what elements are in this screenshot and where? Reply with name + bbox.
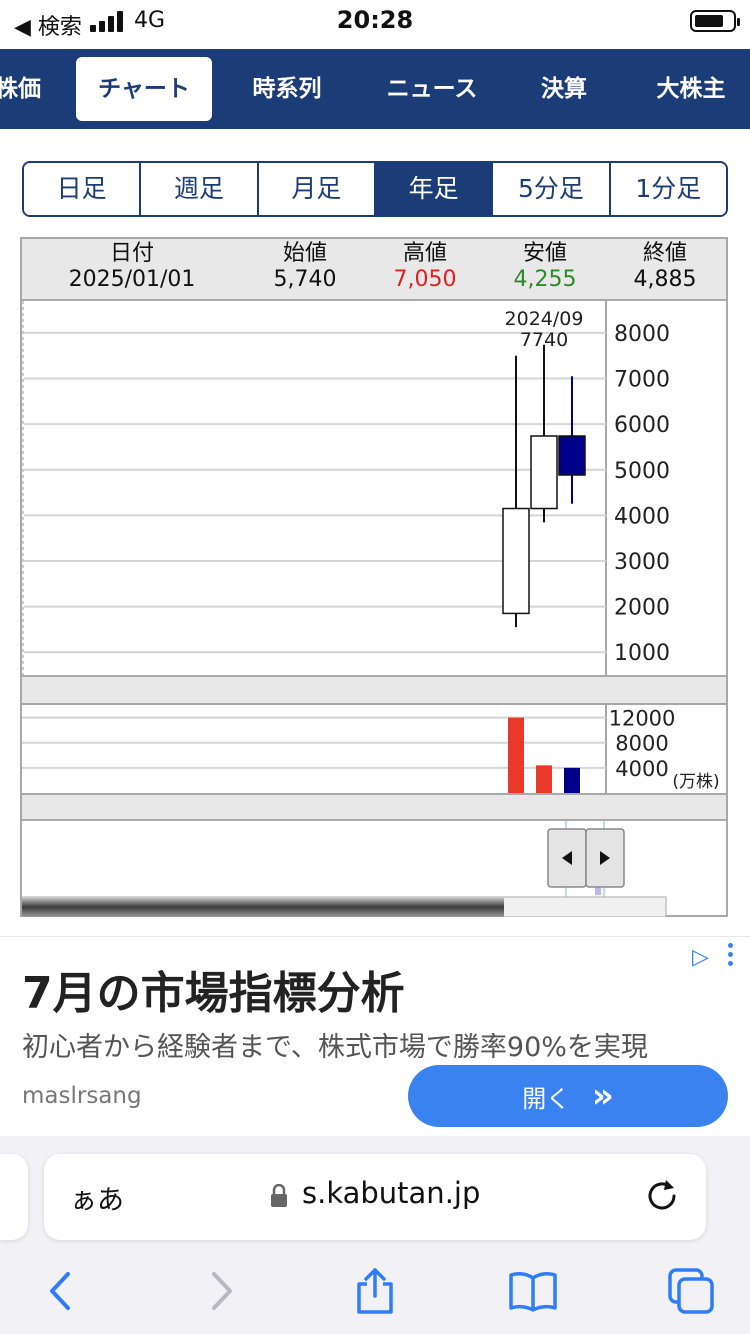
ohlc-open-label: 始値 xyxy=(282,241,327,266)
ohlc-date-value: 2025/01/01 xyxy=(68,267,196,292)
chart-separator xyxy=(22,795,726,819)
ohlc-open-value: 5,740 xyxy=(273,267,337,292)
tab-news[interactable]: ニュース xyxy=(370,49,494,129)
ohlc-close-value: 4,885 xyxy=(633,267,697,292)
price-tick-label: 7000 xyxy=(614,368,670,393)
volume-chart-area[interactable]: 12000 8000 4000 (万株) xyxy=(22,703,726,795)
lock-icon xyxy=(271,1184,287,1207)
status-bar: ◀ 検索 4G 20:28 xyxy=(0,0,750,44)
tab-time-series[interactable]: 時系列 xyxy=(232,49,342,129)
period-monthly-button[interactable]: 月足 xyxy=(258,163,376,215)
back-arrow-icon[interactable] xyxy=(36,1266,86,1316)
period-selector: 日足 週足 月足 年足 5分足 1分足 xyxy=(22,161,728,217)
price-chart-area[interactable]: 8000 7000 6000 5000 4000 3000 2000 1000 2024/09… xyxy=(22,299,726,677)
volume-bar xyxy=(536,765,552,793)
price-tick-label: 5000 xyxy=(614,459,670,484)
ohlc-close: 終値 4,885 xyxy=(610,241,720,293)
ad-sponsor: maslrsang xyxy=(22,1083,142,1109)
reload-icon[interactable] xyxy=(644,1178,680,1214)
period-daily-button[interactable]: 日足 xyxy=(24,163,142,215)
range-navigator[interactable] xyxy=(21,819,726,918)
volume-bar xyxy=(508,717,524,793)
price-tick-label: 4000 xyxy=(614,504,670,529)
volume-tick-label: 12000 xyxy=(609,707,676,731)
tab-stock-price[interactable]: 株価 xyxy=(0,49,48,129)
tabs-icon[interactable] xyxy=(666,1266,716,1316)
period-weekly-button[interactable]: 週足 xyxy=(141,163,259,215)
ohlc-open: 始値 5,740 xyxy=(250,241,360,293)
price-tick-label: 3000 xyxy=(614,550,670,575)
volume-tick-label: 4000 xyxy=(615,757,668,781)
url-text[interactable]: s.kabutan.jp xyxy=(302,1176,480,1210)
advertisement[interactable]: ▷ 7月の市場指標分析 初心者から経験者まで、株式市場で勝率90%を実現 mas… xyxy=(0,936,750,1136)
price-tick-label: 8000 xyxy=(614,322,670,347)
clock: 20:28 xyxy=(336,6,414,34)
peak-annotation-value: 7740 xyxy=(520,329,568,351)
scroll-thumb[interactable] xyxy=(22,897,504,917)
battery-icon xyxy=(690,10,740,32)
ad-open-button[interactable]: 開く » xyxy=(408,1065,728,1127)
section-tabs: 株価 チャート 時系列 ニュース 決算 大株主 xyxy=(0,49,750,129)
ad-description: 初心者から経験者まで、株式市場で勝率90%を実現 xyxy=(22,1032,648,1063)
ohlc-high-value: 7,050 xyxy=(393,267,457,292)
price-tick-label: 1000 xyxy=(614,641,670,666)
ohlc-high: 高値 7,050 xyxy=(370,241,480,293)
forward-arrow-icon[interactable] xyxy=(196,1266,246,1316)
reader-options-button[interactable]: ぁあ xyxy=(70,1178,124,1217)
chart-separator xyxy=(22,677,726,703)
adchoices-icon[interactable]: ▷ xyxy=(692,945,709,970)
ad-open-label: 開く xyxy=(522,1085,571,1113)
ohlc-readout: 日付 2025/01/01 始値 5,740 高値 7,050 安値 4,255… xyxy=(22,239,726,297)
ohlc-date: 日付 2025/01/01 xyxy=(42,241,222,293)
double-chevron-icon: » xyxy=(591,1076,614,1116)
volume-chart-svg: 1200080004000 (万株) xyxy=(22,705,720,793)
tab-major-shareholders[interactable]: 大株主 xyxy=(636,49,746,129)
stock-chart: 日付 2025/01/01 始値 5,740 高値 7,050 安値 4,255… xyxy=(20,237,728,918)
ohlc-low: 安値 4,255 xyxy=(490,241,600,293)
scroll-right-button[interactable] xyxy=(585,828,625,888)
peak-annotation-date: 2024/09 xyxy=(505,308,584,330)
volume-unit-label: (万株) xyxy=(672,772,719,792)
period-yearly-button[interactable]: 年足 xyxy=(375,163,494,215)
address-bar[interactable]: ぁあ s.kabutan.jp xyxy=(44,1154,706,1240)
volume-tick-label: 8000 xyxy=(615,732,668,756)
period-1min-button[interactable]: 1分足 xyxy=(610,163,726,215)
price-tick-label: 6000 xyxy=(614,413,670,438)
previous-tab-peek[interactable] xyxy=(0,1154,28,1240)
candle-body xyxy=(502,507,530,615)
ohlc-low-value: 4,255 xyxy=(513,267,577,292)
tab-chart[interactable]: チャート xyxy=(76,57,212,121)
ohlc-close-label: 終値 xyxy=(642,241,687,266)
period-5min-button[interactable]: 5分足 xyxy=(493,163,611,215)
scroll-left-button[interactable] xyxy=(547,828,587,888)
price-tick-label: 2000 xyxy=(614,596,670,621)
ohlc-low-label: 安値 xyxy=(522,241,567,266)
browser-toolbar: ぁあ s.kabutan.jp xyxy=(0,1136,750,1334)
ad-headline[interactable]: 7月の市場指標分析 xyxy=(22,957,405,1021)
share-icon[interactable] xyxy=(350,1266,400,1316)
ohlc-date-label: 日付 xyxy=(109,241,154,266)
ad-menu-icon[interactable] xyxy=(728,943,736,970)
tab-earnings[interactable]: 決算 xyxy=(518,49,610,129)
range-navigator-svg xyxy=(21,821,667,918)
price-chart-svg: 8000 7000 6000 5000 4000 3000 2000 1000 2024/09… xyxy=(22,301,670,675)
candle-body xyxy=(530,435,558,510)
bookmarks-icon[interactable] xyxy=(508,1266,558,1316)
volume-bar xyxy=(564,767,580,793)
candle-body xyxy=(558,435,586,476)
ohlc-high-label: 高値 xyxy=(402,241,447,266)
